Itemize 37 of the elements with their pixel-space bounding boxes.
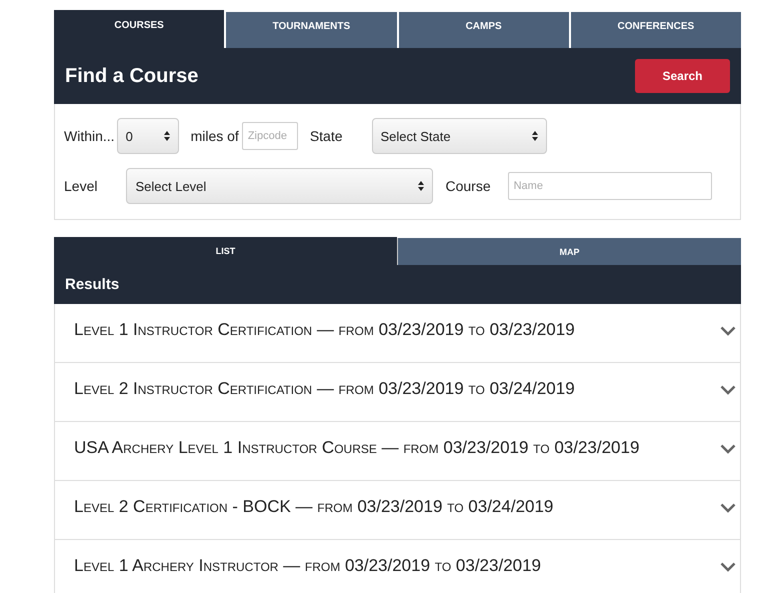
course-title: USA Archery Level 1 Instructor Course — from 03/23/2019 to 03/23/2019 (74, 438, 640, 458)
result-row[interactable]: USA Archery Level 1 Instructor Course — from 03/23/2019 to 03/23/2019 (54, 422, 741, 481)
page-title: Find a Course (65, 64, 198, 88)
results-heading: Results (65, 276, 120, 293)
course-title: Level 1 Instructor Certification — from 03/23/2019 to 03/23/2019 (74, 320, 575, 340)
miles-label: miles of (190, 128, 239, 144)
level-select[interactable]: Select Level (126, 168, 434, 204)
select-arrows-icon (532, 131, 538, 141)
result-row[interactable]: Level 2 Instructor Certification — from 03/23/2019 to 03/24/2019 (54, 363, 741, 422)
chevron-icon[interactable] (720, 385, 736, 395)
course-title: Level 2 Certification - BOCK — from 03/23/2019 to 03/24/2019 (74, 497, 554, 517)
zipcode-field[interactable]: Zipcode (242, 122, 298, 150)
result-row[interactable]: Level 2 Certification - BOCK — from 03/23/2019 to 03/24/2019 (54, 481, 741, 540)
level-label: Level (64, 178, 98, 194)
distance-select[interactable]: 0 (116, 118, 179, 154)
result-row[interactable]: Level 1 Archery Instructor — from 03/23/2019 to 03/23/2019 (54, 540, 741, 593)
category-tab[interactable]: COURSES (54, 10, 224, 48)
course-title: Level 2 Instructor Certification — from 03/23/2019 to 03/24/2019 (74, 379, 575, 399)
view-tab[interactable]: LIST (54, 237, 397, 265)
course-label: Course (445, 178, 491, 194)
chevron-icon[interactable] (720, 562, 736, 572)
category-tab[interactable]: CAMPS (396, 12, 569, 48)
result-row[interactable]: Level 1 Instructor Certification — from 03/23/2019 to 03/23/2019 (54, 304, 741, 363)
category-tab[interactable]: TOURNAMENTS (224, 12, 396, 48)
view-tab[interactable]: MAP (397, 238, 741, 265)
search-button[interactable]: Search (635, 59, 730, 93)
within-label: Within... (64, 128, 115, 144)
state-select[interactable]: Select State (372, 118, 547, 154)
state-label: State (310, 128, 343, 144)
select-arrows-icon (418, 181, 424, 191)
category-tab[interactable]: CONFERENCES (568, 12, 741, 48)
select-arrows-icon (164, 131, 170, 141)
chevron-icon[interactable] (720, 444, 736, 454)
course-title: Level 1 Archery Instructor — from 03/23/2019 to 03/23/2019 (74, 556, 542, 576)
chevron-icon[interactable] (720, 326, 736, 336)
course-name-field[interactable]: Name (508, 172, 712, 200)
chevron-icon[interactable] (720, 503, 736, 513)
